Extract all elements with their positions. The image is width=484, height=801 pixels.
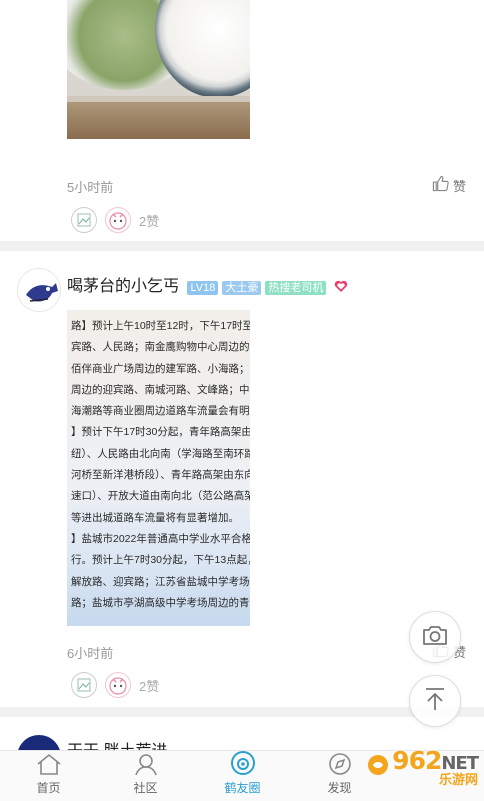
user-avatar[interactable]	[17, 268, 61, 312]
image-text-line: 路】预计上午10时至12时，下午17时至	[71, 320, 250, 332]
nav-label: 鹤友圈	[224, 781, 261, 795]
post-author: 喝茅台的小乞丐 LV18 大土豪 热搜老司机	[67, 272, 348, 298]
nav-label: 社区	[133, 781, 158, 795]
liker-avatar[interactable]	[71, 672, 97, 698]
like-label: 赞	[453, 178, 467, 194]
image-text-line: 速口）、开放大道由南向北（范公路高架	[71, 490, 250, 503]
liker-avatars: 2赞	[71, 207, 159, 233]
community-icon	[132, 752, 160, 779]
rice-bowl	[155, 0, 250, 98]
image-text-line: 】盐城市2022年普通高中学业水平合格性	[71, 532, 250, 545]
username[interactable]: 喝茅台的小乞丐	[67, 278, 179, 295]
heart-icon	[334, 280, 348, 298]
camera-button[interactable]	[409, 611, 461, 663]
title-badge: 热搜老司机	[265, 281, 327, 295]
nav-item-home[interactable]: 首页	[0, 751, 97, 801]
thumbs-up-icon	[432, 175, 449, 195]
image-text-line: 海潮路等商业圈周边道路车流量会有明显	[71, 405, 250, 418]
image-text-line: 行。预计上午7时30分起，下午13点起，E	[71, 554, 250, 567]
image-text-line: 路；盐城市亭湖高级中学考场周边的青年	[71, 596, 250, 609]
arrow-up-icon	[423, 686, 447, 717]
title-badge: 大土豪	[222, 281, 262, 295]
scroll-to-top-button[interactable]	[409, 675, 461, 727]
image-text-line: 】预计下午17时30分起，青年路高架由西	[71, 426, 250, 439]
camera-icon	[422, 624, 448, 651]
liker-avatar[interactable]	[71, 207, 97, 233]
image-text-line: 解放路、迎宾路；江苏省盐城中学考场周	[71, 575, 250, 588]
like-button[interactable]: 赞	[432, 175, 466, 195]
image-text-line: 周边的迎宾路、南城河路、文峰路；中南	[71, 383, 250, 396]
level-badge: LV18	[187, 281, 219, 295]
post-image[interactable]: 路】预计上午10时至12时，下午17时至 宾路、人民路；南金鹰购物中心周边的解 …	[67, 310, 250, 626]
likes-count: 2赞	[139, 213, 160, 229]
discover-icon	[326, 752, 354, 779]
likes-count: 2赞	[139, 678, 160, 694]
liker-avatars: 2赞	[71, 672, 159, 698]
post-time: 5小时前	[67, 180, 114, 195]
image-text-line: 纽）、人民路由北向南（学海路至南环路	[71, 447, 250, 460]
liker-avatar[interactable]	[105, 207, 131, 233]
nav-label: 发现	[327, 781, 352, 795]
image-text-line: 等进出城道路车流量将有显著增加。	[71, 511, 239, 524]
nav-item-community[interactable]: 社区	[97, 751, 194, 801]
divider	[0, 241, 484, 251]
image-text-line: 宾路、人民路；南金鹰购物中心周边的解	[71, 341, 250, 354]
bottom-nav: 首页 社区 鹤友圈 发现	[0, 750, 484, 801]
home-icon	[35, 752, 63, 779]
nav-label: 首页	[36, 781, 61, 795]
tray	[67, 96, 250, 139]
image-text-line: 佰伴商业广场周边的建军路、小海路；五	[71, 362, 250, 375]
nav-item-discover[interactable]: 发现	[291, 751, 388, 801]
post-time: 6小时前	[67, 646, 114, 661]
liker-avatar[interactable]	[105, 672, 131, 698]
nav-item-circle[interactable]: 鹤友圈	[194, 751, 291, 801]
post-image[interactable]	[67, 0, 250, 139]
image-text-line: 河桥至新洋港桥段）、青年路高架由东向	[71, 469, 250, 482]
circle-icon	[229, 750, 257, 779]
